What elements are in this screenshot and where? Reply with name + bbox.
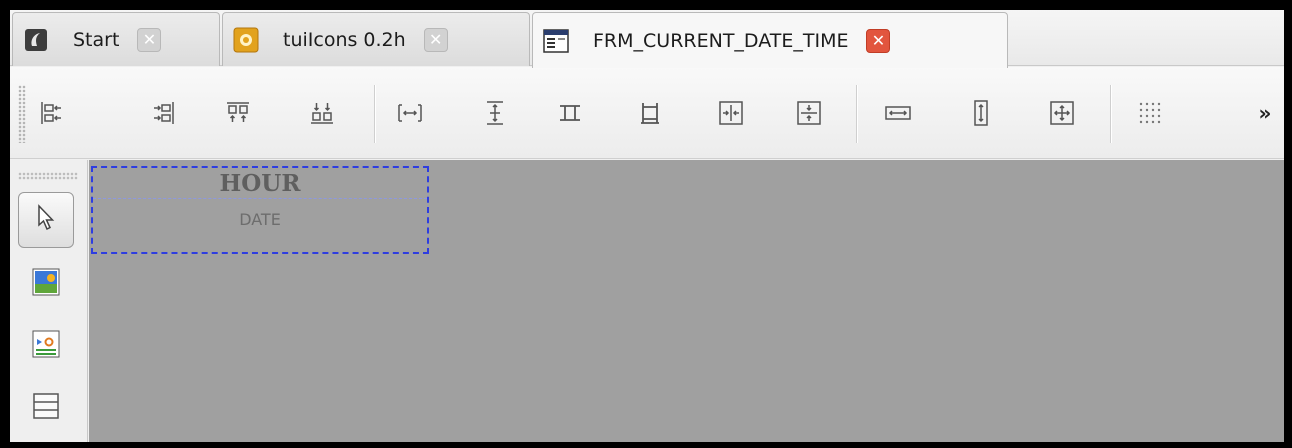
selection-divider [93,198,427,199]
align-top-icon[interactable] [220,95,256,131]
date-label[interactable]: DATE [93,210,427,229]
pointer-icon [33,203,59,237]
widget-palette [10,160,88,442]
toolbar-grip[interactable] [18,85,26,143]
grid-icon[interactable] [1132,95,1168,131]
tab-start[interactable]: Start ✕ [12,12,220,66]
center-vertical-icon[interactable] [791,95,827,131]
datetime-widget-selection[interactable]: HOUR DATE [91,166,429,254]
slider-widget-icon [31,329,61,363]
close-icon[interactable]: ✕ [866,28,891,53]
distribute-horizontal-icon[interactable] [392,95,428,131]
center-horizontal-icon[interactable] [713,95,749,131]
panel-widget-tool[interactable] [18,380,74,436]
close-icon[interactable]: ✕ [137,27,162,52]
slider-widget-tool[interactable] [18,318,74,374]
tab-label: FRM_CURRENT_DATE_TIME [593,29,849,52]
panel-widget-icon [31,391,61,425]
stretch-both-icon[interactable] [1044,95,1080,131]
align-left-icon[interactable] [34,95,70,131]
toolbar-separator [856,85,857,143]
tab-tuiicons[interactable]: tuiIcons 0.2h ✕ [222,12,530,66]
tab-frm-current-date-time[interactable]: FRM_CURRENT_DATE_TIME ✕ [532,12,1008,68]
stretch-horizontal-icon[interactable] [880,95,916,131]
toolbar-separator [374,85,375,143]
image-widget-icon [31,267,61,301]
icon-pack-icon [233,27,259,53]
toolbar-separator [1110,85,1111,143]
pointer-tool[interactable] [18,192,74,248]
form-canvas[interactable]: HOUR DATE [89,160,1284,442]
tab-label: Start [73,28,120,51]
distribute-vertical-icon[interactable] [477,95,513,131]
close-icon[interactable]: ✕ [423,27,448,52]
tab-bar: Start ✕ tuiIcons 0.2h ✕ FRM_CURRENT_DATE… [10,10,1284,68]
form-icon [543,28,569,54]
palette-grip[interactable] [18,172,78,180]
same-height-icon[interactable] [632,95,668,131]
toolbar-overflow-button[interactable]: » [1252,99,1278,127]
hour-label[interactable]: HOUR [93,170,427,197]
app-icon [23,27,49,53]
image-widget-tool[interactable] [18,256,74,312]
stretch-vertical-icon[interactable] [963,95,999,131]
align-bottom-icon[interactable] [304,95,340,131]
same-width-icon[interactable] [552,95,588,131]
align-right-icon[interactable] [145,95,181,131]
tab-label: tuiIcons 0.2h [283,28,406,51]
layout-toolbar: » [10,67,1284,159]
designer-window: Start ✕ tuiIcons 0.2h ✕ FRM_CURRENT_DATE… [10,10,1284,442]
